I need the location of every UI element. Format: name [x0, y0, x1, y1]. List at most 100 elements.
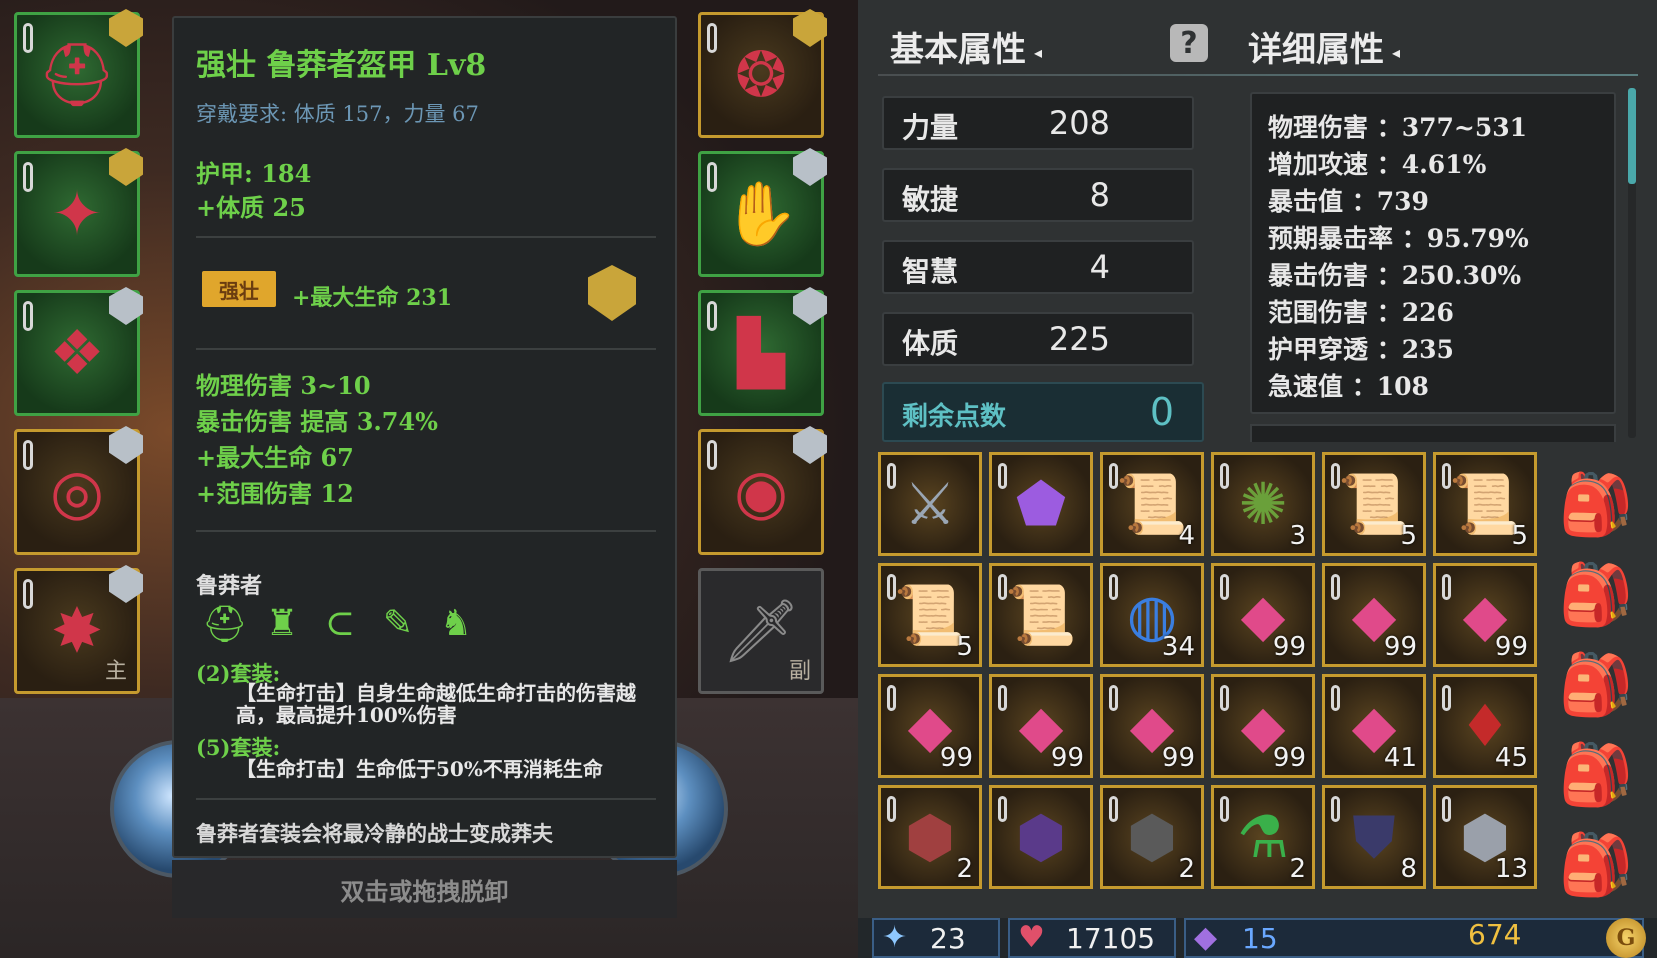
equip-slot-chest[interactable]: ✦ — [14, 148, 143, 277]
inventory-slot[interactable]: ◆ 99 — [878, 674, 982, 778]
inventory-slot[interactable]: ⚔ — [878, 452, 982, 556]
inventory-slot[interactable]: ◆ 99 — [1433, 563, 1537, 667]
boots-icon: ♞ — [439, 603, 473, 644]
lock-icon[interactable] — [707, 162, 717, 192]
lock-icon[interactable] — [1442, 574, 1451, 600]
inventory-slot[interactable]: ◆ 99 — [1322, 563, 1426, 667]
inventory-grid: ⚔ ⬟ 📜 4 ✺ 3 📜 5 📜 5 📜 5 📜 ◍ 34 ◆ 99 ◆ 99 ◆ 99 ◆ 99 ◆ 99 ◆ 99 ◆ 99 ◆ 41… — [878, 452, 1548, 910]
inventory-slot[interactable]: ♦ 45 — [1433, 674, 1537, 778]
detail-attributes-tab[interactable]: 详细属性 ◂ — [1248, 22, 1400, 71]
item-count: 41 — [1383, 743, 1417, 773]
lock-icon[interactable] — [1220, 574, 1229, 600]
equip-slot-offhand[interactable]: 🗡 副 — [698, 568, 824, 694]
attr-row-wisdom[interactable]: 智慧 4 — [882, 240, 1194, 294]
lock-icon[interactable] — [1220, 796, 1229, 822]
basic-attributes-header: 基本属性 — [890, 30, 1026, 70]
inventory-slot[interactable]: 📜 5 — [1322, 452, 1426, 556]
inventory-slot[interactable]: ◆ 99 — [1211, 674, 1315, 778]
item-count: 5 — [1511, 521, 1528, 551]
inventory-slot[interactable]: 📜 4 — [1100, 452, 1204, 556]
inventory-slot[interactable]: ◆ 99 — [989, 674, 1093, 778]
inventory-slot[interactable]: 📜 5 — [878, 563, 982, 667]
bag-slot[interactable]: 🎒 — [1556, 452, 1636, 556]
lock-icon[interactable] — [887, 463, 896, 489]
lock-icon[interactable] — [887, 796, 896, 822]
inventory-slot[interactable]: ◆ 41 — [1322, 674, 1426, 778]
bag-slot[interactable]: 🎒 — [1556, 722, 1636, 826]
equip-slot-ring2[interactable]: ◉ — [698, 426, 827, 555]
lock-icon[interactable] — [1220, 685, 1229, 711]
inventory-slot[interactable]: ⚗ 2 — [1211, 785, 1315, 889]
bag-slot[interactable]: 🎒 — [1556, 812, 1636, 916]
inventory-slot[interactable]: ⬢ 2 — [878, 785, 982, 889]
lock-icon[interactable] — [887, 574, 896, 600]
rank-shield-icon — [109, 287, 143, 325]
inventory-slot[interactable]: ✺ 3 — [1211, 452, 1315, 556]
lock-icon[interactable] — [998, 685, 1007, 711]
inventory-slot[interactable]: ⬟ — [989, 452, 1093, 556]
inventory-slot[interactable]: 📜 — [989, 563, 1093, 667]
lock-icon[interactable] — [23, 23, 33, 53]
lock-icon[interactable] — [23, 162, 33, 192]
inventory-slot[interactable]: 📜 5 — [1433, 452, 1537, 556]
lock-icon[interactable] — [1109, 796, 1118, 822]
lock-icon[interactable] — [1442, 463, 1451, 489]
rank-shield-icon — [793, 426, 827, 464]
amulet-icon: ❂ — [735, 38, 787, 111]
detail-attributes-list[interactable]: 物理伤害 ：377~531 增加攻速 ：4.61% 暴击值 ：739 预期暴击率… — [1250, 92, 1616, 414]
equip-slot-weapon[interactable]: ✸ 主 — [14, 565, 143, 694]
lock-icon[interactable] — [1220, 463, 1229, 489]
lock-icon[interactable] — [23, 301, 33, 331]
lock-icon[interactable] — [1331, 463, 1340, 489]
attr-row-constitution[interactable]: 体质 225 — [882, 312, 1194, 366]
lock-icon[interactable] — [707, 23, 717, 53]
lock-icon[interactable] — [1331, 574, 1340, 600]
lock-icon[interactable] — [23, 579, 33, 609]
attr-row-agility[interactable]: 敏捷 8 — [882, 168, 1194, 222]
bag-slot[interactable]: 🎒 — [1556, 632, 1636, 736]
attr-row-strength[interactable]: 力量 208 — [882, 96, 1194, 150]
lock-icon[interactable] — [1109, 574, 1118, 600]
inventory-slot[interactable]: ⬢ — [989, 785, 1093, 889]
rank-shield-icon — [793, 9, 827, 47]
equip-slot-gloves[interactable]: ✋ — [698, 148, 827, 277]
equip-slot-ring[interactable]: ◎ — [14, 426, 143, 555]
item-requirement: 穿戴要求: 体质 157，力量 67 — [196, 102, 479, 126]
inventory-slot[interactable]: ⬢ 2 — [1100, 785, 1204, 889]
lock-icon[interactable] — [887, 685, 896, 711]
lock-icon[interactable] — [998, 796, 1007, 822]
lock-icon[interactable] — [1109, 685, 1118, 711]
currency-crystals: ◆ 15 — [1184, 918, 1644, 958]
lock-icon[interactable] — [1442, 685, 1451, 711]
detail-scrollbar[interactable] — [1628, 88, 1636, 184]
lock-icon[interactable] — [707, 301, 717, 331]
lock-icon[interactable] — [1109, 463, 1118, 489]
inventory-slot[interactable]: ⛊ 8 — [1322, 785, 1426, 889]
backpack-icon: 🎒 — [1558, 469, 1634, 540]
lock-icon[interactable] — [1442, 796, 1451, 822]
attr-label: 智慧 — [902, 255, 959, 288]
inventory-slot[interactable]: ◆ 99 — [1211, 563, 1315, 667]
armor-icon: ✦ — [51, 177, 103, 250]
inventory-slot[interactable]: ◆ 99 — [1100, 674, 1204, 778]
lock-icon[interactable] — [1331, 796, 1340, 822]
inventory-slot[interactable]: ⬢ 13 — [1433, 785, 1537, 889]
heart-shield-icon: ♥ — [1018, 920, 1045, 955]
dark-crystal-icon: ⬢ — [1015, 803, 1067, 871]
lock-icon[interactable] — [707, 440, 717, 470]
equip-slot-boots[interactable]: ▙ — [698, 287, 827, 416]
lock-icon[interactable] — [998, 463, 1007, 489]
lock-icon[interactable] — [23, 440, 33, 470]
inventory-slot[interactable]: ◍ 34 — [1100, 563, 1204, 667]
bag-slot[interactable]: 🎒 — [1556, 542, 1636, 646]
equip-slot-belt[interactable]: ❖ — [14, 287, 143, 416]
equip-slot-helmet[interactable]: ⛑ — [14, 9, 143, 138]
lock-icon[interactable] — [998, 574, 1007, 600]
help-button[interactable]: ? — [1170, 24, 1208, 62]
item-count: 34 — [1161, 632, 1195, 662]
lock-icon[interactable] — [1331, 685, 1340, 711]
equip-slot-amulet[interactable]: ❂ — [698, 9, 827, 138]
basic-attributes-tab[interactable]: 基本属性 ◂ — [890, 22, 1042, 71]
belt-icon: ⊂ — [324, 603, 356, 644]
gold-coin-icon[interactable]: G — [1606, 918, 1646, 958]
